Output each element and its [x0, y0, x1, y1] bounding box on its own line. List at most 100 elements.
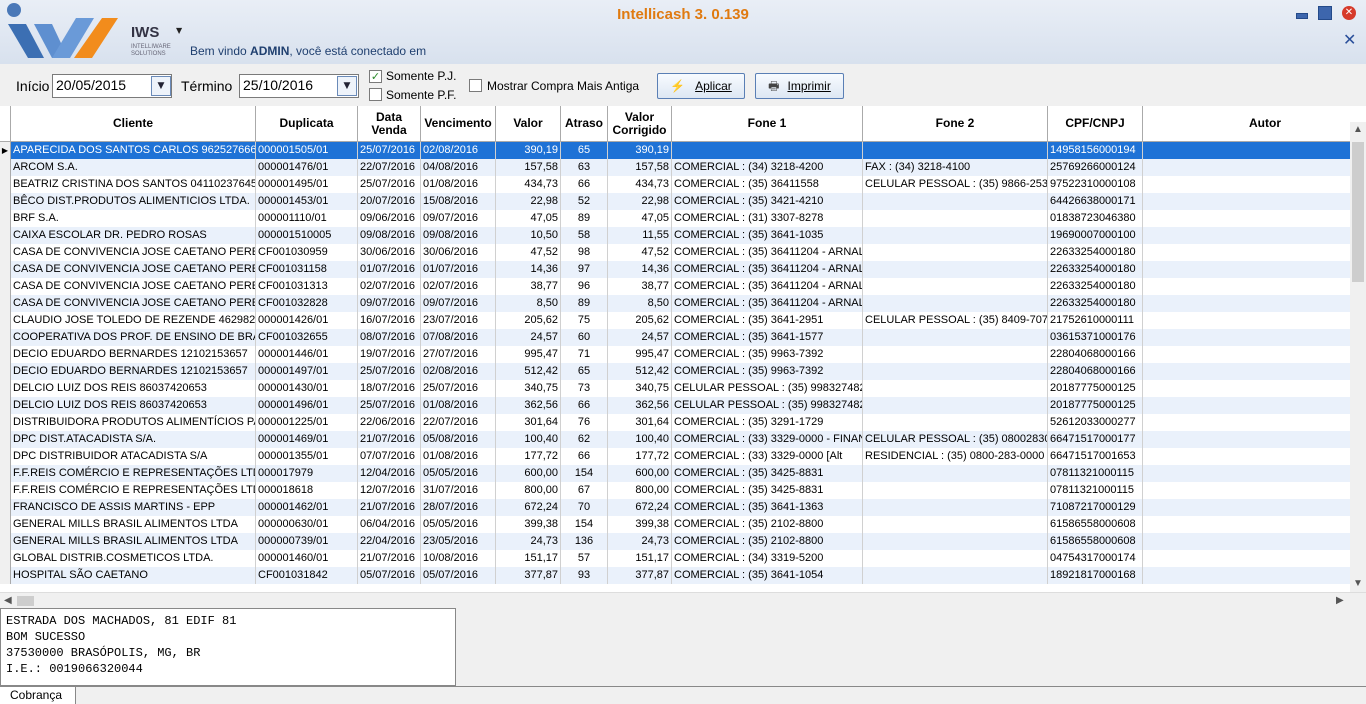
cell-atraso[interactable]: 65 [561, 142, 608, 159]
scroll-left-icon[interactable]: ◀ [4, 595, 12, 606]
cell-duplicata[interactable]: 000017979 [256, 465, 358, 482]
cell-fone-2[interactable] [863, 533, 1048, 550]
scroll-down-icon[interactable]: ▼ [1353, 578, 1363, 589]
cell-fone-2[interactable] [863, 499, 1048, 516]
cell-fone-1[interactable]: COMERCIAL : (35) 36411558 [672, 176, 863, 193]
cell-duplicata[interactable]: 000001497/01 [256, 363, 358, 380]
cell-atraso[interactable]: 96 [561, 278, 608, 295]
table-row[interactable]: GENERAL MILLS BRASIL ALIMENTOS LTDA 00000… [0, 516, 1350, 533]
cell-cpf-cnpj[interactable]: 22633254000180 [1048, 244, 1143, 261]
table-row[interactable]: BÊCO DIST.PRODUTOS ALIMENTICIOS LTDA. 000… [0, 193, 1350, 210]
table-row[interactable]: HOSPITAL SÃO CAETANO CF001031842 05/07/201… [0, 567, 1350, 584]
cell-valor-corrigido[interactable]: 301,64 [608, 414, 672, 431]
column-header-valor-corrigido[interactable]: Valor Corrigido [608, 106, 672, 142]
cell-atraso[interactable]: 97 [561, 261, 608, 278]
table-row[interactable]: DISTRIBUIDORA PRODUTOS ALIMENTÍCIOS PAZO… [0, 414, 1350, 431]
cell-valor-corrigido[interactable]: 47,52 [608, 244, 672, 261]
cell-fone-1[interactable]: COMERCIAL : (35) 3421-4210 [672, 193, 863, 210]
cell-atraso[interactable]: 154 [561, 465, 608, 482]
cell-vencimento[interactable]: 02/08/2016 [421, 142, 496, 159]
cell-atraso[interactable]: 66 [561, 448, 608, 465]
cell-valor[interactable]: 800,00 [496, 482, 561, 499]
row-indicator[interactable] [0, 193, 11, 210]
cell-vencimento[interactable]: 25/07/2016 [421, 380, 496, 397]
cell-cpf-cnpj[interactable]: 22633254000180 [1048, 295, 1143, 312]
cell-valor-corrigido[interactable]: 100,40 [608, 431, 672, 448]
cell-autor[interactable] [1143, 227, 1366, 244]
cell-valor[interactable]: 8,50 [496, 295, 561, 312]
cell-cliente[interactable]: CAIXA ESCOLAR DR. PEDRO ROSAS [11, 227, 256, 244]
cell-valor[interactable]: 157,58 [496, 159, 561, 176]
cell-duplicata[interactable]: CF001031842 [256, 567, 358, 584]
cell-valor[interactable]: 14,36 [496, 261, 561, 278]
table-row[interactable]: DELCIO LUIZ DOS REIS 86037420653 00000143… [0, 380, 1350, 397]
cell-fone-2[interactable] [863, 227, 1048, 244]
cell-valor[interactable]: 100,40 [496, 431, 561, 448]
scroll-right-icon[interactable]: ▶ [1336, 595, 1344, 606]
cell-cpf-cnpj[interactable]: 66471517000177 [1048, 431, 1143, 448]
cell-autor[interactable] [1143, 142, 1366, 159]
cell-valor[interactable]: 390,19 [496, 142, 561, 159]
cell-cliente[interactable]: DELCIO LUIZ DOS REIS 86037420653 [11, 380, 256, 397]
column-header-fone-1[interactable]: Fone 1 [672, 106, 863, 142]
column-header-autor[interactable]: Autor [1143, 106, 1366, 142]
cell-data-venda[interactable]: 21/07/2016 [358, 431, 421, 448]
cell-data-venda[interactable]: 21/07/2016 [358, 499, 421, 516]
somente-pj-checkbox[interactable]: ✓ [369, 70, 382, 83]
column-header-atraso[interactable]: Atraso [561, 106, 608, 142]
cell-cpf-cnpj[interactable]: 71087217000129 [1048, 499, 1143, 516]
row-indicator[interactable]: ▶ [0, 142, 11, 159]
cell-cliente[interactable]: CLAUDIO JOSE TOLEDO DE REZENDE 462982661… [11, 312, 256, 329]
cell-fone-2[interactable] [863, 567, 1048, 584]
cell-data-venda[interactable]: 22/04/2016 [358, 533, 421, 550]
cell-duplicata[interactable]: 000001446/01 [256, 346, 358, 363]
table-row[interactable]: CASA DE CONVIVENCIA JOSE CAETANO PEREIRA… [0, 261, 1350, 278]
cell-vencimento[interactable]: 28/07/2016 [421, 499, 496, 516]
cell-cliente[interactable]: F.F.REIS COMÉRCIO E REPRESENTAÇÕES LTDA. [11, 482, 256, 499]
cell-duplicata[interactable]: 000001476/01 [256, 159, 358, 176]
cell-atraso[interactable]: 89 [561, 295, 608, 312]
cell-cpf-cnpj[interactable]: 01838723046380 [1048, 210, 1143, 227]
cell-fone-2[interactable] [863, 193, 1048, 210]
cell-atraso[interactable]: 63 [561, 159, 608, 176]
cell-cpf-cnpj[interactable]: 22804068000166 [1048, 363, 1143, 380]
row-indicator[interactable] [0, 516, 11, 533]
cell-valor[interactable]: 434,73 [496, 176, 561, 193]
scroll-up-icon[interactable]: ▲ [1353, 124, 1363, 135]
cell-data-venda[interactable]: 06/04/2016 [358, 516, 421, 533]
cell-data-venda[interactable]: 25/07/2016 [358, 176, 421, 193]
table-row[interactable]: BRF S.A. 000001110/01 09/06/2016 09/07/2016… [0, 210, 1350, 227]
cell-atraso[interactable]: 58 [561, 227, 608, 244]
cell-cpf-cnpj[interactable]: 52612033000277 [1048, 414, 1143, 431]
cell-vencimento[interactable]: 10/08/2016 [421, 550, 496, 567]
column-header-data-venda[interactable]: Data Venda [358, 106, 421, 142]
table-row[interactable]: CLAUDIO JOSE TOLEDO DE REZENDE 462982661… [0, 312, 1350, 329]
table-row[interactable]: DELCIO LUIZ DOS REIS 86037420653 00000149… [0, 397, 1350, 414]
row-indicator[interactable] [0, 363, 11, 380]
cell-valor[interactable]: 24,73 [496, 533, 561, 550]
cell-valor[interactable]: 301,64 [496, 414, 561, 431]
cell-atraso[interactable]: 52 [561, 193, 608, 210]
cell-valor-corrigido[interactable]: 14,36 [608, 261, 672, 278]
cell-valor-corrigido[interactable]: 512,42 [608, 363, 672, 380]
cell-autor[interactable] [1143, 295, 1366, 312]
row-indicator[interactable] [0, 312, 11, 329]
cell-cliente[interactable]: BÊCO DIST.PRODUTOS ALIMENTICIOS LTDA. [11, 193, 256, 210]
row-indicator[interactable] [0, 176, 11, 193]
cell-duplicata[interactable]: CF001032655 [256, 329, 358, 346]
row-indicator[interactable] [0, 550, 11, 567]
cell-fone-2[interactable] [863, 329, 1048, 346]
cell-vencimento[interactable]: 01/08/2016 [421, 397, 496, 414]
row-indicator[interactable] [0, 278, 11, 295]
cell-data-venda[interactable]: 08/07/2016 [358, 329, 421, 346]
cell-vencimento[interactable]: 02/07/2016 [421, 278, 496, 295]
cell-vencimento[interactable]: 01/07/2016 [421, 261, 496, 278]
cell-atraso[interactable]: 62 [561, 431, 608, 448]
row-indicator[interactable] [0, 159, 11, 176]
cell-autor[interactable] [1143, 244, 1366, 261]
cell-cpf-cnpj[interactable]: 07811321000115 [1048, 482, 1143, 499]
cell-valor[interactable]: 24,57 [496, 329, 561, 346]
cell-duplicata[interactable]: 000001453/01 [256, 193, 358, 210]
cell-cliente[interactable]: CASA DE CONVIVENCIA JOSE CAETANO PEREIRA [11, 295, 256, 312]
cell-autor[interactable] [1143, 448, 1366, 465]
